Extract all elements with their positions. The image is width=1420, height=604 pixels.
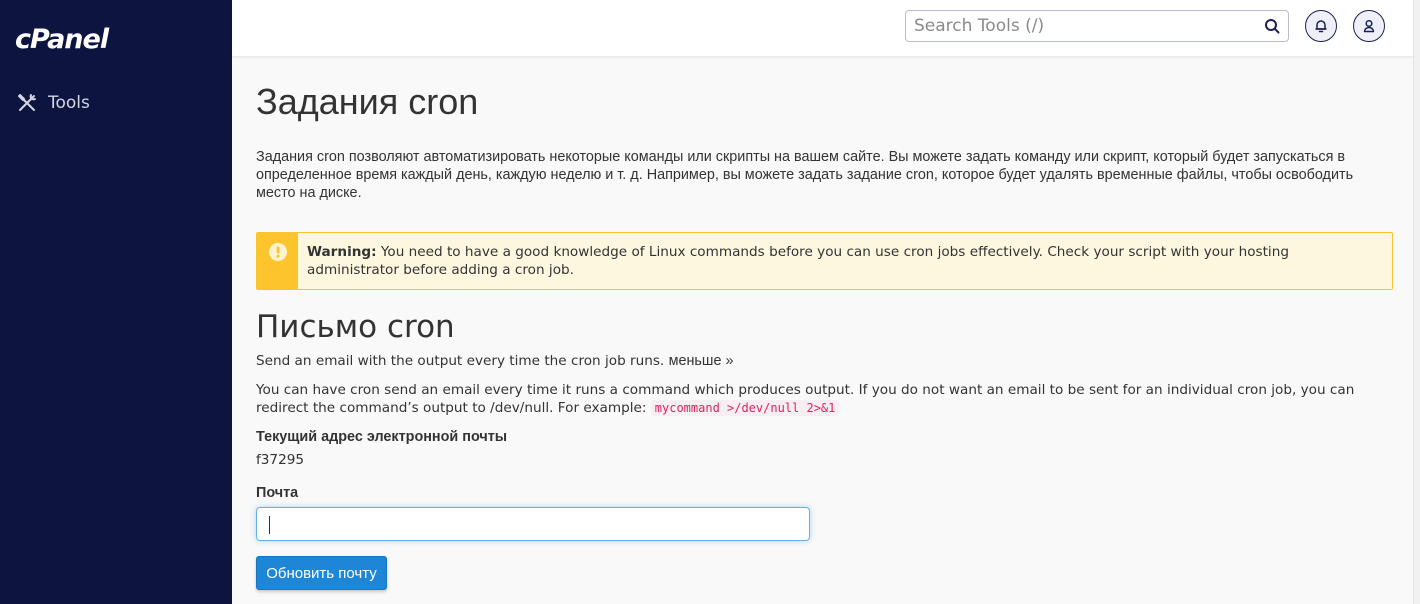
- section-subtitle: Send an email with the output every time…: [256, 353, 733, 369]
- search-icon[interactable]: [1264, 18, 1280, 34]
- user-icon: [1363, 19, 1375, 33]
- user-menu-button[interactable]: [1353, 10, 1385, 42]
- sidebar-item-label: Tools: [48, 93, 90, 113]
- section-title: Письмо cron: [256, 309, 455, 345]
- top-bar: [232, 0, 1413, 56]
- warning-message: You need to have a good knowledge of Lin…: [307, 244, 1289, 278]
- warning-callout: Warning: You need to have a good knowled…: [256, 232, 1393, 290]
- bell-icon: [1315, 20, 1327, 33]
- update-email-button[interactable]: Обновить почту: [256, 556, 387, 590]
- search-input[interactable]: [906, 11, 1246, 41]
- search-box: [905, 10, 1289, 42]
- warning-text: Warning: You need to have a good knowled…: [298, 233, 1358, 289]
- intro-text: Задания cron позволяют автоматизировать …: [256, 149, 1354, 201]
- text-caret: [269, 516, 270, 534]
- sidebar-item-tools[interactable]: Tools: [16, 90, 90, 116]
- exclamation-icon: [268, 243, 287, 261]
- example-code: mycommand >/dev/null 2>&1: [650, 400, 840, 416]
- email-label: Почта: [256, 485, 299, 501]
- less-link[interactable]: меньше »: [669, 353, 734, 369]
- email-field[interactable]: [256, 507, 810, 541]
- cpanel-logo-icon: cPanel: [15, 24, 111, 54]
- section-description: You can have cron send an email every ti…: [256, 381, 1393, 417]
- current-email-label: Текущий адрес электронной почты: [256, 429, 508, 445]
- page-scrollbar[interactable]: [1413, 0, 1420, 604]
- svg-text:cPanel: cPanel: [15, 24, 110, 54]
- tools-icon: [16, 92, 38, 114]
- warning-bar: [257, 233, 298, 289]
- sidebar: cPanel Tools: [0, 0, 232, 604]
- warning-label: Warning:: [307, 244, 377, 260]
- current-email-value: f37295: [256, 452, 305, 468]
- cpanel-logo[interactable]: cPanel: [15, 24, 135, 58]
- page-title: Задания cron: [256, 81, 479, 122]
- notifications-button[interactable]: [1305, 10, 1337, 42]
- subtitle-text: Send an email with the output every time…: [256, 353, 669, 369]
